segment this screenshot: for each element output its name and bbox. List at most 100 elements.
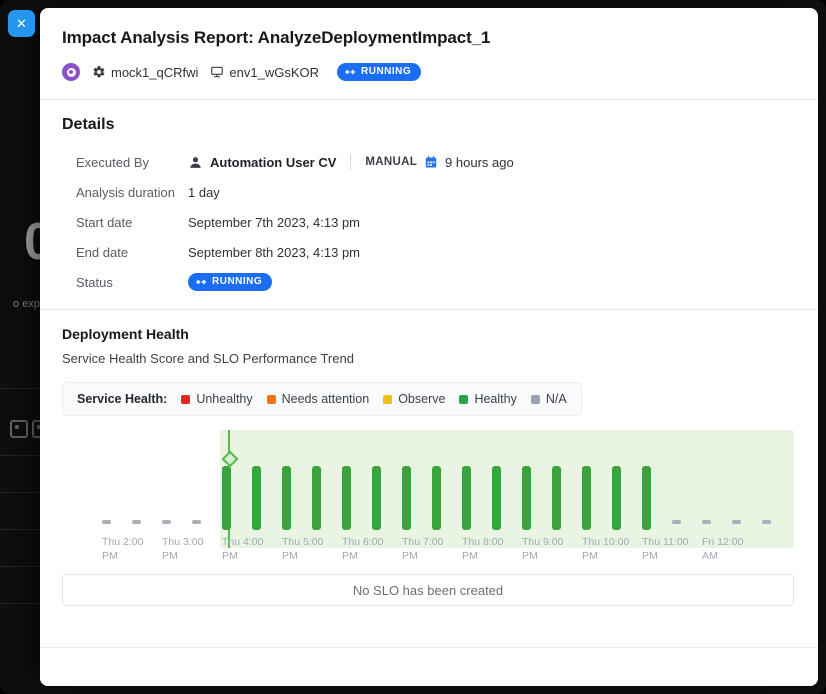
chart-bar[interactable] (132, 520, 141, 524)
service-health-legend: Service Health: Unhealthy Needs attention… (62, 382, 582, 416)
running-icon (345, 68, 356, 76)
detail-label: Status (76, 275, 188, 290)
chart-bar[interactable] (522, 466, 531, 530)
legend-label: Unhealthy (196, 392, 252, 406)
x-tick-label: Thu 6:00PM (342, 536, 383, 563)
chart-subtitle: Service Health Score and SLO Performance… (62, 351, 794, 366)
chart-bar[interactable] (342, 466, 351, 530)
chart-bar[interactable] (252, 466, 261, 530)
legend-label: Needs attention (282, 392, 370, 406)
health-chart: Thu 2:00PMThu 3:00PMThu 4:00PMThu 5:00PM… (62, 430, 794, 564)
detail-value: 1 day (188, 185, 220, 200)
chart-bar[interactable] (312, 466, 321, 530)
legend-swatch (181, 395, 190, 404)
chart-bar[interactable] (762, 520, 771, 524)
detail-value: RUNNING (188, 273, 272, 291)
status-badge: RUNNING (188, 273, 272, 291)
status-badge-label: RUNNING (361, 67, 411, 77)
chart-bar[interactable] (102, 520, 111, 524)
x-tick-label: Thu 4:00PM (222, 536, 263, 563)
chart-bar[interactable] (462, 466, 471, 530)
legend-item: N/A (531, 392, 567, 406)
modal-header: Impact Analysis Report: AnalyzeDeploymen… (40, 8, 818, 99)
status-badge: RUNNING (337, 63, 421, 81)
legend-label: Healthy (474, 392, 516, 406)
impact-analysis-icon-inner (67, 68, 76, 77)
detail-label: End date (76, 245, 188, 260)
impact-analysis-modal: Impact Analysis Report: AnalyzeDeploymen… (40, 8, 818, 686)
x-tick-label: Thu 9:00PM (522, 536, 563, 563)
background-app-icon (10, 420, 28, 438)
legend-title: Service Health: (77, 392, 167, 406)
detail-row-end-date: End date September 8th 2023, 4:13 pm (76, 237, 794, 267)
impact-analysis-icon (62, 63, 80, 81)
running-icon (196, 278, 207, 286)
healthy-period-region (220, 430, 794, 548)
detail-value: September 8th 2023, 4:13 pm (188, 245, 360, 260)
deployment-health-heading: Deployment Health (62, 326, 794, 342)
detail-row-executed-by: Executed By Automation User CV MANUAL 9 … (76, 147, 794, 177)
legend-item: Observe (383, 392, 445, 406)
x-tick-label: Thu 11:00PM (642, 536, 689, 563)
execution-time: 9 hours ago (445, 155, 514, 170)
background-page-text: o exp (13, 298, 40, 310)
legend-label: N/A (546, 392, 567, 406)
detail-row-status: Status RUNNING (76, 267, 794, 297)
detail-value: September 7th 2023, 4:13 pm (188, 215, 360, 230)
chart-bar[interactable] (732, 520, 741, 524)
chart-bar[interactable] (612, 466, 621, 530)
legend-swatch (459, 395, 468, 404)
legend-item: Needs attention (267, 392, 370, 406)
close-button[interactable]: ✕ (8, 10, 35, 37)
background-divider (0, 603, 40, 604)
detail-label: Executed By (76, 155, 188, 170)
legend-item: Healthy (459, 392, 516, 406)
trigger-type: MANUAL (365, 156, 417, 168)
calendar-icon (424, 155, 438, 169)
details-heading: Details (62, 116, 794, 134)
detail-label: Start date (76, 215, 188, 230)
chart-bar[interactable] (162, 520, 171, 524)
screen: 0 o exp ✕ Impact Analysis Report: Analyz… (0, 0, 826, 694)
legend-swatch (531, 395, 540, 404)
detail-value: Automation User CV MANUAL 9 hours ago (188, 154, 514, 170)
chart-bar[interactable] (672, 520, 681, 524)
chart-bar[interactable] (552, 466, 561, 530)
executed-by-user: Automation User CV (210, 155, 336, 170)
legend-label: Observe (398, 392, 445, 406)
legend-item: Unhealthy (181, 392, 252, 406)
modal-title: Impact Analysis Report: AnalyzeDeploymen… (62, 28, 794, 48)
detail-row-start-date: Start date September 7th 2023, 4:13 pm (76, 207, 794, 237)
chart-bar[interactable] (582, 466, 591, 530)
chart-bar[interactable] (642, 466, 651, 530)
environment-label: env1_wGsKOR (229, 65, 319, 80)
x-tick-label: Thu 7:00PM (402, 536, 443, 563)
legend-swatch (383, 395, 392, 404)
chart-bar[interactable] (192, 520, 201, 524)
background-divider (0, 492, 40, 493)
modal-footer (40, 647, 818, 686)
x-tick-label: Thu 2:00PM (102, 536, 143, 563)
details-section: Details Executed By Automation User CV M… (40, 100, 818, 309)
chart-bar[interactable] (282, 466, 291, 530)
gear-icon (92, 65, 106, 79)
background-divider (0, 388, 40, 389)
legend-swatch (267, 395, 276, 404)
chart-bar[interactable] (402, 466, 411, 530)
environment-link[interactable]: env1_wGsKOR (210, 65, 319, 80)
mock-service-label: mock1_qCRfwi (111, 65, 198, 80)
x-tick-label: Thu 5:00PM (282, 536, 323, 563)
chart-bar[interactable] (372, 466, 381, 530)
background-divider (0, 529, 40, 530)
chart-bar[interactable] (702, 520, 711, 524)
chart-bar[interactable] (222, 466, 231, 530)
detail-row-duration: Analysis duration 1 day (76, 177, 794, 207)
status-badge-label: RUNNING (212, 277, 262, 287)
background-divider (0, 455, 40, 456)
vertical-separator (350, 154, 351, 170)
details-rows: Executed By Automation User CV MANUAL 9 … (62, 147, 794, 297)
mock-service-link[interactable]: mock1_qCRfwi (92, 65, 198, 80)
chart-bar[interactable] (492, 466, 501, 530)
deployment-health-section: Deployment Health Service Health Score a… (40, 310, 818, 606)
chart-bar[interactable] (432, 466, 441, 530)
